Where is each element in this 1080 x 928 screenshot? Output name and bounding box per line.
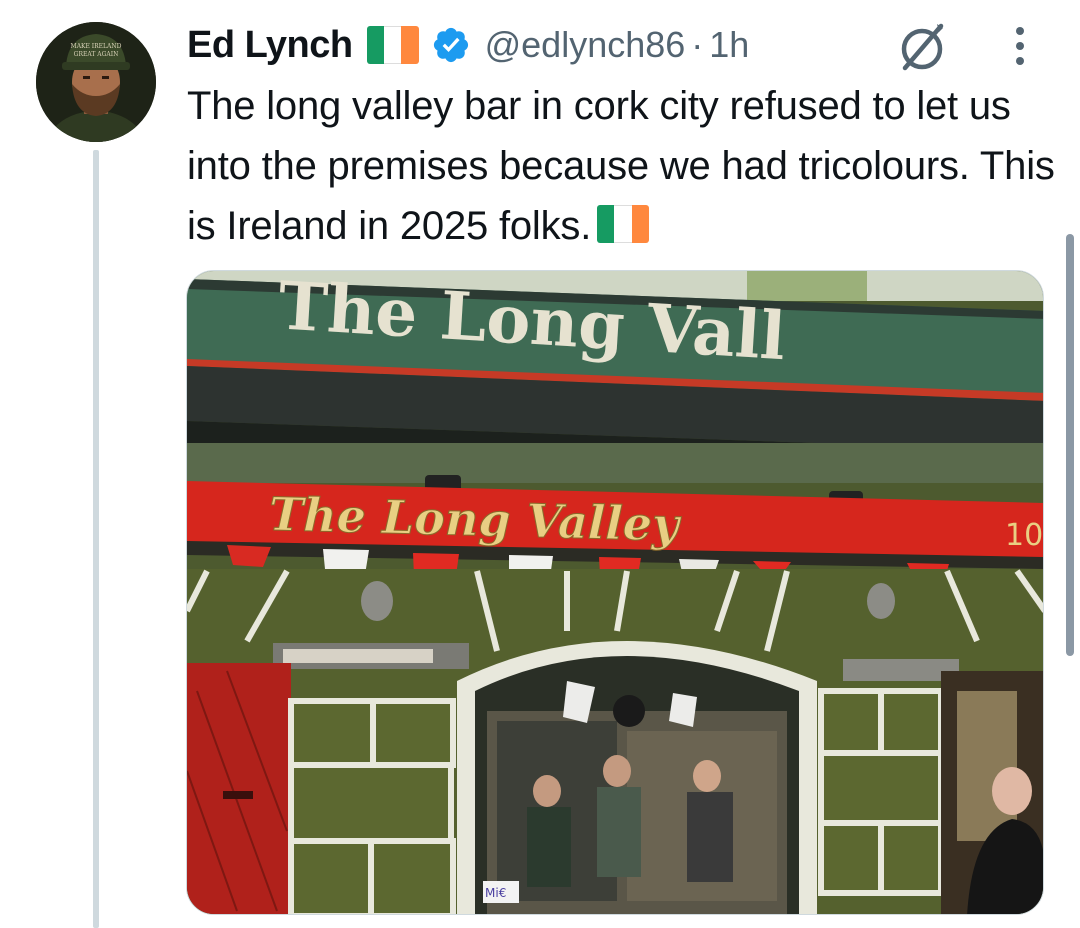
scrollbar-thumb[interactable] [1066, 234, 1074, 656]
dot-separator: · [691, 24, 704, 65]
thread-line [93, 150, 99, 928]
avatar[interactable]: MAKE IRELAND GREAT AGAIN [36, 22, 156, 142]
fascia-number: 10 [1005, 518, 1043, 553]
flag-green [597, 205, 615, 243]
grok-icon[interactable] [893, 18, 951, 76]
verified-badge-icon[interactable] [431, 25, 471, 65]
more-options-icon[interactable] [1005, 24, 1035, 68]
door-sticker: Mi€ [485, 886, 506, 900]
hat-line-2: GREAT AGAIN [74, 51, 119, 58]
tweet[interactable]: MAKE IRELAND GREAT AGAIN Ed Lynch @edlyn… [0, 0, 1080, 928]
fascia-text: The Long Valley [268, 487, 682, 552]
ireland-flag-emoji-icon [597, 205, 650, 243]
timestamp[interactable]: 1h [709, 24, 749, 66]
author-name[interactable]: Ed Lynch [187, 24, 353, 67]
ireland-flag-icon [366, 26, 419, 64]
flag-white [383, 26, 402, 64]
tweet-text: The long valley bar in cork city refused… [187, 76, 1067, 256]
tweet-photo[interactable]: The Long Vall The Long Valley 10 Mi€ [186, 270, 1044, 915]
flag-green [366, 26, 384, 64]
flag-orange [401, 26, 419, 64]
flag-orange [631, 205, 650, 243]
tweet-header: Ed Lynch @edlynch86 · 1h [187, 20, 749, 70]
flag-white [614, 205, 632, 243]
hat-line-1: MAKE IRELAND [71, 43, 122, 50]
author-handle[interactable]: @edlynch86 [485, 24, 686, 66]
